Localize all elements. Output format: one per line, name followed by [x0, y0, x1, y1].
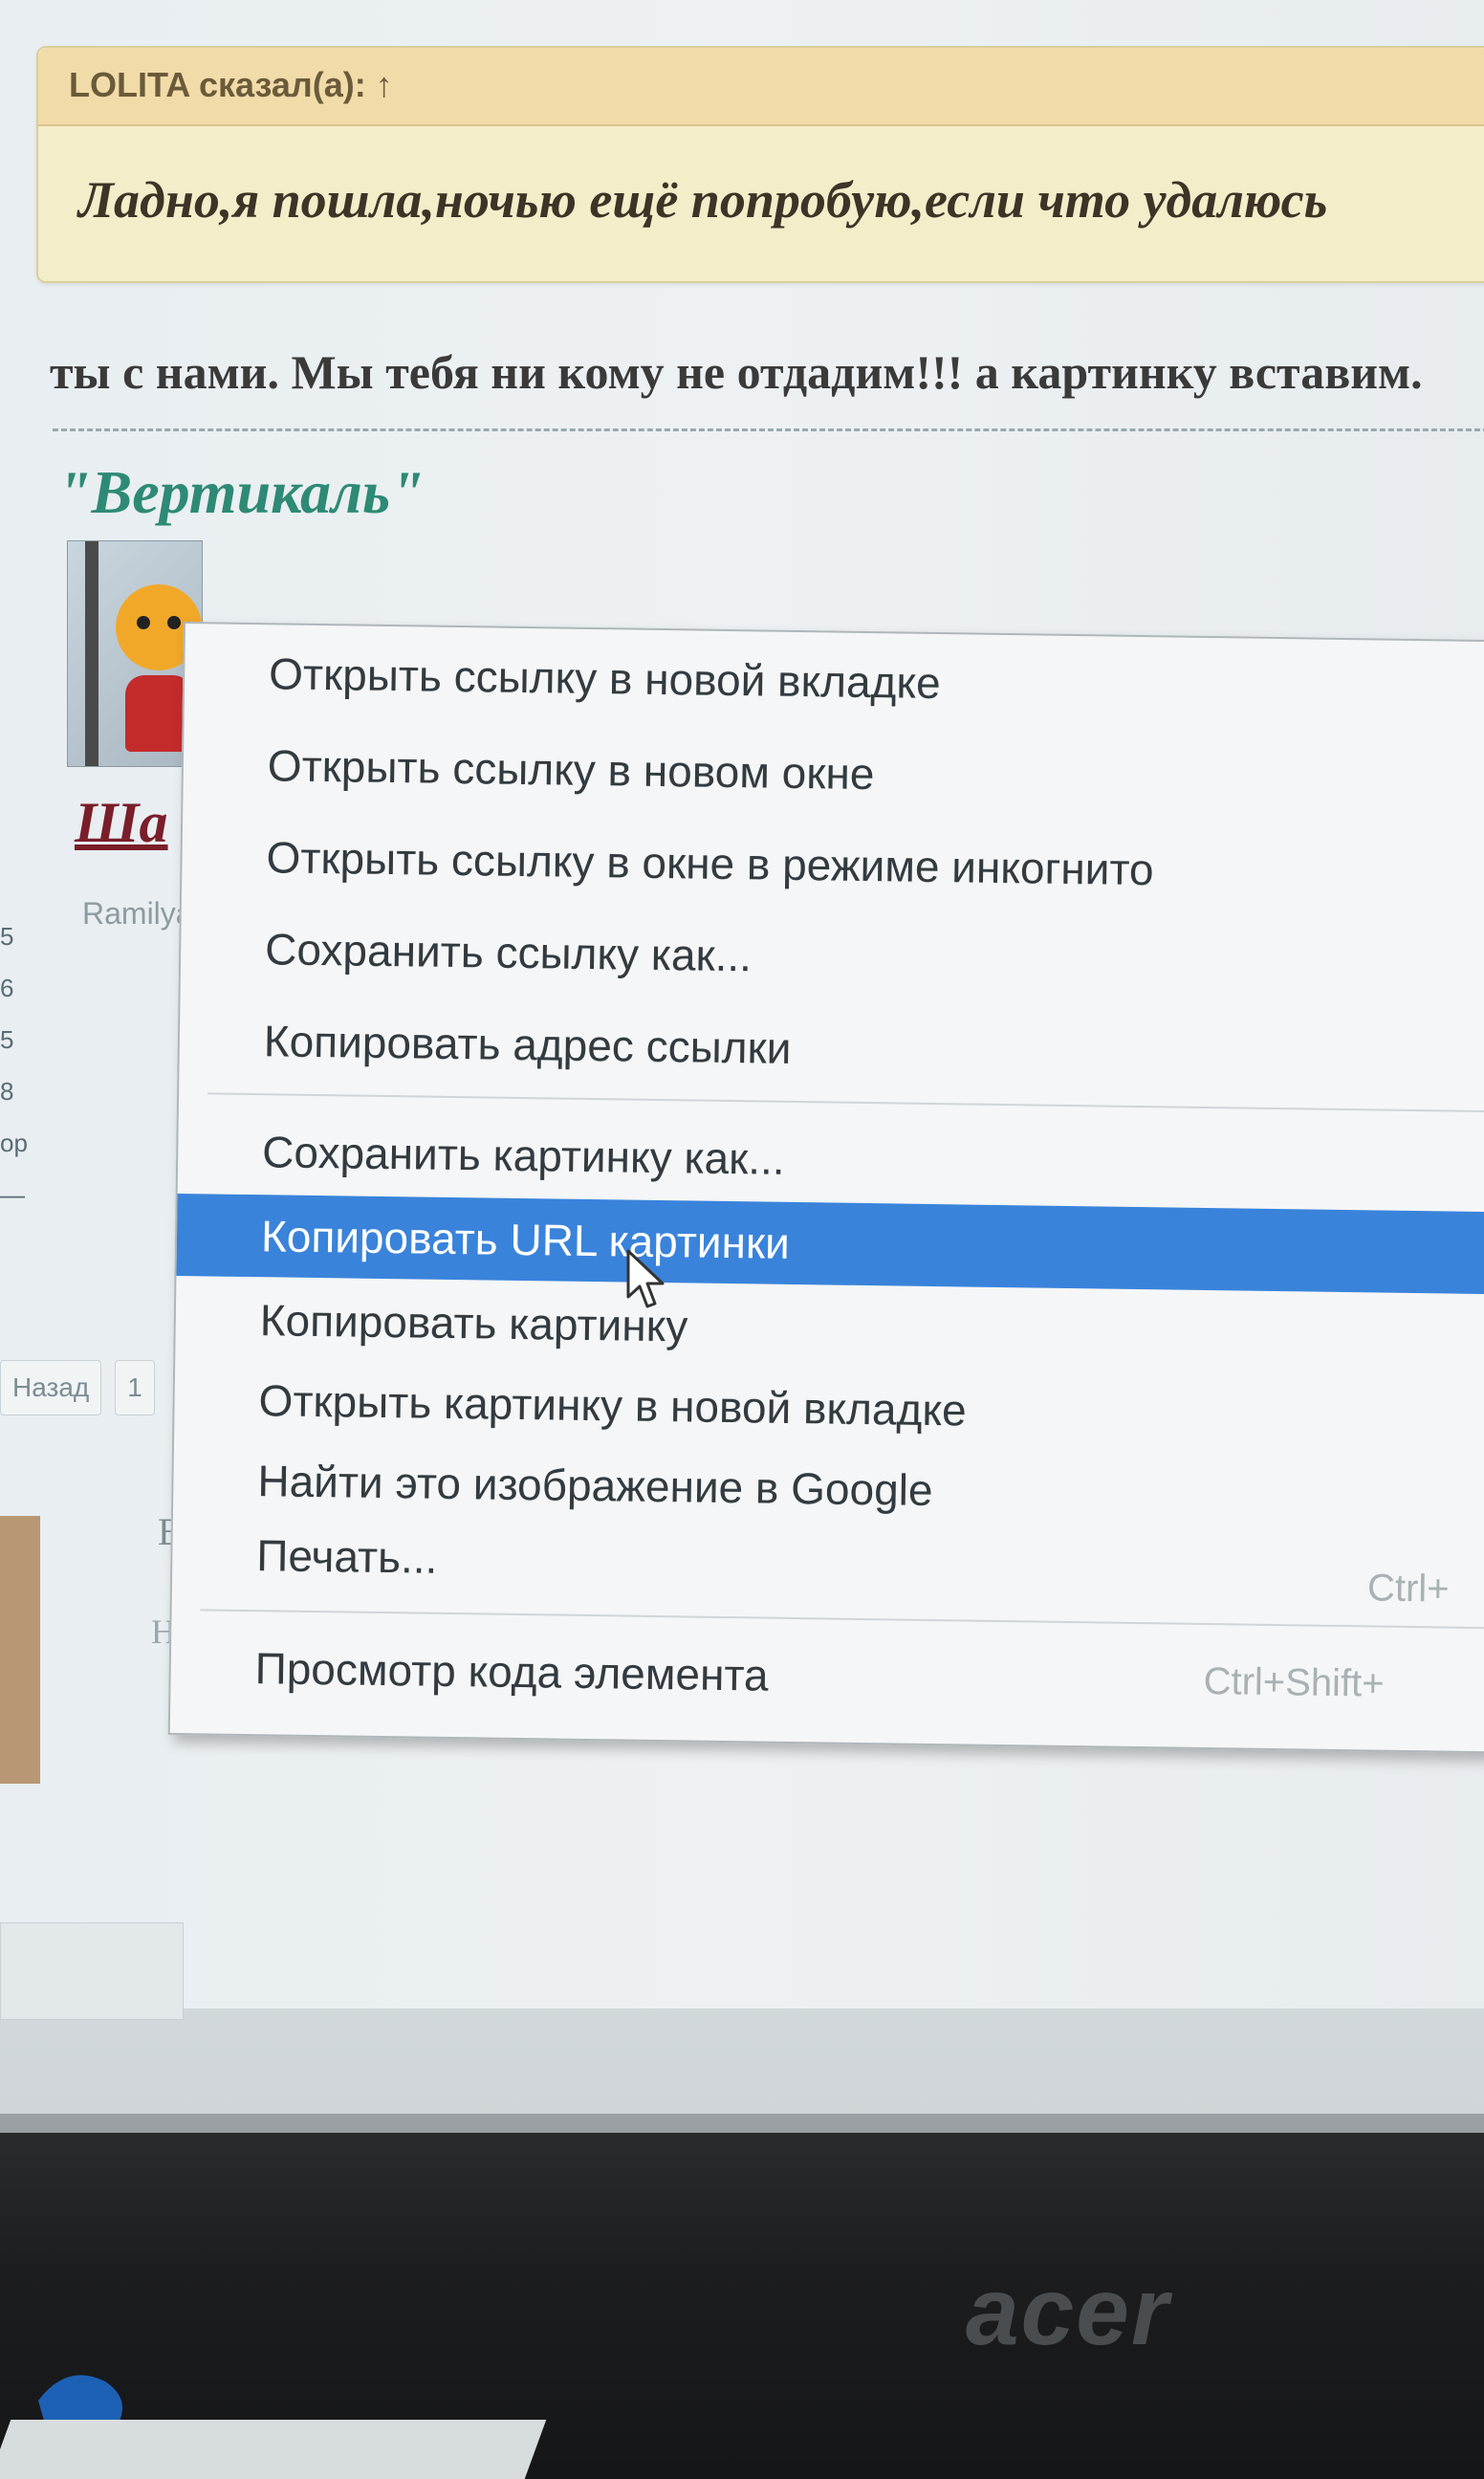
monitor-brand-logo: acer [966, 2258, 1170, 2365]
menu-copy-image-url[interactable]: Копировать URL картинки [176, 1193, 1484, 1295]
menu-item-label: Открыть ссылку в окне в режиме инкогнито [266, 832, 1154, 895]
pager-page-button[interactable]: 1 [115, 1360, 155, 1415]
menu-item-label: Просмотр кода элемента [254, 1643, 769, 1700]
quote-author-link[interactable]: LOLITA сказал(а): ↑ [69, 65, 393, 105]
signature-divider [53, 428, 1484, 431]
monitor-screen: LOLITA сказал(а): ↑ Ладно,я пошла,ночью … [0, 0, 1484, 2133]
menu-save-link-as[interactable]: Сохранить ссылку как... [181, 907, 1484, 1007]
left-image-strip [0, 1516, 40, 1784]
menu-item-label: Копировать картинку [259, 1295, 688, 1351]
pager-back-button[interactable]: Назад [0, 1360, 102, 1415]
side-counter: 5 [0, 1025, 14, 1054]
menu-item-shortcut: Ctrl+ [1366, 1567, 1450, 1611]
image-pole [85, 541, 98, 766]
image-eye [167, 616, 181, 629]
menu-open-link-incognito[interactable]: Открыть ссылку в окне в режиме инкогнито [182, 815, 1484, 915]
pagination: Назад 1 [0, 1360, 155, 1417]
signature-title: "Вертикаль" [57, 458, 425, 526]
menu-item-label: Сохранить картинку как... [261, 1127, 786, 1184]
menu-print[interactable]: Печать... Ctrl+ [172, 1513, 1484, 1613]
menu-open-link-new-window[interactable]: Открыть ссылку в новом окне [183, 723, 1484, 823]
side-counters: 5 6 5 8 ор — [0, 922, 29, 1232]
menu-item-label: Копировать адрес ссылки [263, 1016, 792, 1073]
side-counter: — [0, 1180, 25, 1209]
menu-separator [200, 1609, 1484, 1630]
side-counter: 5 [0, 922, 14, 951]
quote-text: Ладно,я пошла,ночью ещё попробую,если чт… [78, 171, 1328, 229]
post-username[interactable]: Ramilya [82, 896, 193, 932]
post-reply-text: ты с нами. Мы тебя ни кому не отдадим!!!… [50, 345, 1423, 399]
menu-copy-link-address[interactable]: Копировать адрес ссылки [179, 998, 1484, 1099]
menu-open-link-new-tab[interactable]: Открыть ссылку в новой вкладке [185, 631, 1484, 732]
menu-save-image-as[interactable]: Сохранить картинку как... [178, 1109, 1484, 1210]
menu-item-label: Печать... [256, 1530, 438, 1583]
side-counter: 6 [0, 974, 14, 1002]
quote-block: LOLITA сказал(а): ↑ Ладно,я пошла,ночью … [36, 46, 1484, 283]
desk-paper [0, 2420, 547, 2479]
menu-item-shortcut: Ctrl+Shift+ [1203, 1660, 1385, 1705]
side-counter: 8 [0, 1077, 14, 1106]
menu-item-label: Копировать URL картинки [260, 1211, 791, 1268]
image-eye [137, 616, 150, 629]
quote-header: LOLITA сказал(а): ↑ [38, 48, 1484, 126]
menu-item-label: Открыть картинку в новой вкладке [258, 1375, 968, 1436]
menu-inspect-element[interactable]: Просмотр кода элемента Ctrl+Shift+ [170, 1626, 1484, 1726]
side-counter: ор [0, 1129, 28, 1157]
context-menu: Открыть ссылку в новой вкладке Открыть с… [167, 622, 1484, 1754]
menu-item-label: Открыть ссылку в новой вкладке [268, 648, 942, 709]
reply-editor-box[interactable] [0, 1922, 184, 2020]
mouse-cursor-icon [626, 1249, 665, 1308]
menu-item-label: Открыть ссылку в новом окне [267, 740, 875, 800]
signature-link[interactable]: Ша [75, 790, 168, 856]
menu-item-label: Сохранить ссылку как... [264, 924, 753, 981]
